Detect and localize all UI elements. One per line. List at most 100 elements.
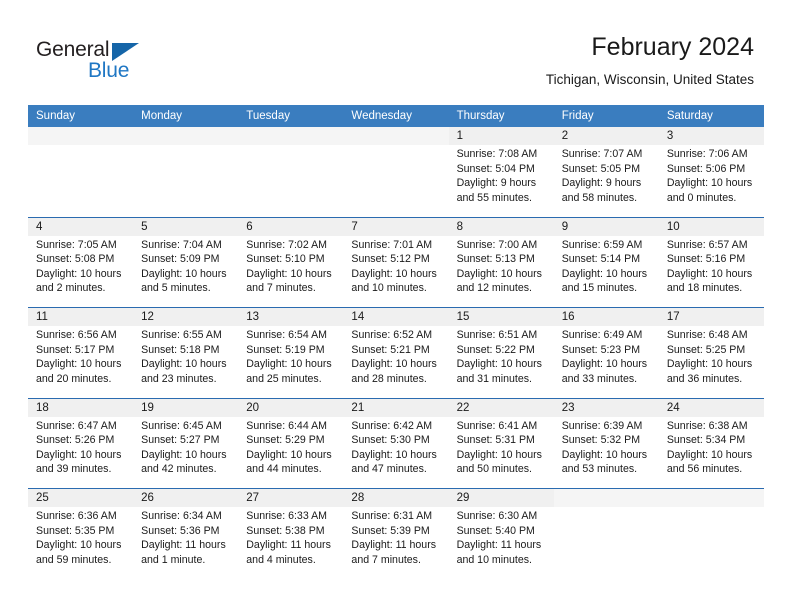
sunset-text: Sunset: 5:16 PM <box>666 253 746 266</box>
daylight-text-line2: and 7 minutes. <box>246 282 316 295</box>
daylight-text-line1: Daylight: 10 hours <box>351 267 437 280</box>
weekday-header-tuesday: Tuesday <box>238 105 344 127</box>
day-number-cell: 2 <box>553 127 659 145</box>
daylight-text-line2: and 2 minutes. <box>36 282 106 295</box>
day-detail-cell <box>658 507 764 579</box>
weekday-header-wednesday: Wednesday <box>343 105 449 127</box>
day-number-cell: 18 <box>28 397 134 417</box>
page-title: February 2024 <box>591 33 754 61</box>
day-number-cell: 16 <box>553 307 659 326</box>
sunrise-text: Sunrise: 6:31 AM <box>351 510 433 522</box>
sunrise-text: Sunrise: 6:42 AM <box>351 419 433 432</box>
sunrise-text: Sunrise: 6:41 AM <box>456 419 538 432</box>
day-detail-cell: Sunrise: 6:33 AM Sunset: 5:38 PM Dayligh… <box>238 507 344 579</box>
daylight-text-line2: and 7 minutes. <box>351 553 421 566</box>
logo-text-blue: Blue <box>88 59 130 82</box>
daylight-text-line1: Daylight: 10 hours <box>246 358 332 371</box>
daylight-text-line2: and 47 minutes. <box>351 463 427 476</box>
sunrise-text: Sunrise: 6:57 AM <box>666 238 748 251</box>
daylight-text-line2: and 25 minutes. <box>246 372 322 385</box>
day-detail-cell: Sunrise: 6:38 AM Sunset: 5:34 PM Dayligh… <box>658 416 764 489</box>
sunset-text: Sunset: 5:23 PM <box>561 343 641 356</box>
day-number-cell: 4 <box>28 216 134 236</box>
sunset-text: Sunset: 5:04 PM <box>456 162 535 175</box>
sunrise-text: Sunrise: 7:01 AM <box>351 238 433 251</box>
day-number-cell: 25 <box>28 488 134 507</box>
sunrise-text: Sunrise: 6:47 AM <box>36 419 117 432</box>
daylight-text-line2: and 1 minute. <box>141 553 206 566</box>
daylight-text-line1: Daylight: 10 hours <box>666 267 753 280</box>
day-detail-cell: Sunrise: 6:59 AM Sunset: 5:14 PM Dayligh… <box>553 235 659 308</box>
day-detail-cell: Sunrise: 6:56 AM Sunset: 5:17 PM Dayligh… <box>28 326 134 398</box>
sunrise-text: Sunrise: 7:04 AM <box>141 238 222 251</box>
daylight-text-line1: Daylight: 10 hours <box>141 448 227 461</box>
sunset-text: Sunset: 5:40 PM <box>456 524 535 537</box>
day-detail-cell: Sunrise: 7:05 AM Sunset: 5:08 PM Dayligh… <box>28 235 134 308</box>
page-subtitle: Tichigan, Wisconsin, United States <box>545 72 754 87</box>
day-number-cell <box>133 127 239 145</box>
week-row-daynumbers: 18 19 20 21 22 23 24 <box>28 397 764 417</box>
day-detail-cell: Sunrise: 6:55 AM Sunset: 5:18 PM Dayligh… <box>133 326 239 398</box>
day-detail-cell: Sunrise: 6:36 AM Sunset: 5:35 PM Dayligh… <box>28 507 134 579</box>
sunrise-text: Sunrise: 6:38 AM <box>666 419 748 432</box>
day-number-cell: 7 <box>343 216 449 236</box>
daylight-text-line1: Daylight: 10 hours <box>561 358 648 371</box>
day-detail-cell: Sunrise: 6:30 AM Sunset: 5:40 PM Dayligh… <box>448 507 554 579</box>
general-blue-logo[interactable]: General Blue <box>36 38 156 86</box>
daylight-text-line1: Daylight: 10 hours <box>141 267 227 280</box>
day-number-cell <box>343 127 449 145</box>
day-number-cell: 22 <box>448 397 554 417</box>
daylight-text-line2: and 12 minutes. <box>456 282 532 295</box>
day-number-cell: 14 <box>343 307 449 326</box>
day-number-cell: 6 <box>238 216 344 236</box>
week-row-details: Sunrise: 6:56 AM Sunset: 5:17 PM Dayligh… <box>28 326 764 398</box>
sunset-text: Sunset: 5:30 PM <box>351 434 430 447</box>
daylight-text-line2: and 39 minutes. <box>36 463 112 476</box>
day-detail-cell: Sunrise: 6:39 AM Sunset: 5:32 PM Dayligh… <box>553 416 659 489</box>
day-detail-cell: Sunrise: 6:47 AM Sunset: 5:26 PM Dayligh… <box>28 416 134 489</box>
sunrise-text: Sunrise: 7:02 AM <box>246 238 327 251</box>
sunset-text: Sunset: 5:31 PM <box>456 434 535 447</box>
weekday-header-thursday: Thursday <box>448 105 554 127</box>
day-number-cell: 3 <box>658 127 764 145</box>
sunset-text: Sunset: 5:14 PM <box>561 253 641 266</box>
calendar-table: Sunday Monday Tuesday Wednesday Thursday… <box>28 105 764 579</box>
day-number-cell: 20 <box>238 397 344 417</box>
sunrise-text: Sunrise: 6:51 AM <box>456 329 538 341</box>
weekday-header-sunday: Sunday <box>28 105 134 127</box>
day-number-cell: 19 <box>133 397 239 417</box>
daylight-text-line2: and 33 minutes. <box>561 372 638 385</box>
daylight-text-line2: and 58 minutes. <box>561 191 638 204</box>
day-number-cell: 10 <box>658 216 764 236</box>
week-row-daynumbers: 11 12 13 14 15 16 17 <box>28 307 764 326</box>
daylight-text-line2: and 20 minutes. <box>36 372 112 385</box>
sunset-text: Sunset: 5:29 PM <box>246 434 325 447</box>
sunset-text: Sunset: 5:26 PM <box>36 434 115 447</box>
day-detail-cell: Sunrise: 6:42 AM Sunset: 5:30 PM Dayligh… <box>343 416 449 489</box>
daylight-text-line2: and 42 minutes. <box>141 463 217 476</box>
day-detail-cell: Sunrise: 7:00 AM Sunset: 5:13 PM Dayligh… <box>448 235 554 308</box>
day-detail-cell: Sunrise: 6:51 AM Sunset: 5:22 PM Dayligh… <box>448 326 554 398</box>
weekday-header-saturday: Saturday <box>658 105 764 127</box>
week-row-details: Sunrise: 7:08 AM Sunset: 5:04 PM Dayligh… <box>28 145 764 217</box>
daylight-text-line2: and 23 minutes. <box>141 372 217 385</box>
sunrise-text: Sunrise: 6:49 AM <box>561 329 643 341</box>
day-detail-cell <box>238 145 344 217</box>
sunset-text: Sunset: 5:19 PM <box>246 343 325 356</box>
sunrise-text: Sunrise: 7:05 AM <box>36 238 117 251</box>
daylight-text-line2: and 4 minutes. <box>246 553 316 566</box>
daylight-text-line1: Daylight: 10 hours <box>36 448 122 461</box>
sunset-text: Sunset: 5:38 PM <box>246 524 325 537</box>
day-number-cell: 5 <box>133 216 239 236</box>
sunrise-text: Sunrise: 6:44 AM <box>246 419 327 432</box>
daylight-text-line2: and 10 minutes. <box>351 282 427 295</box>
daylight-text-line1: Daylight: 10 hours <box>666 448 753 461</box>
sunset-text: Sunset: 5:06 PM <box>666 162 746 175</box>
daylight-text-line2: and 53 minutes. <box>561 463 638 476</box>
sunset-text: Sunset: 5:32 PM <box>561 434 641 447</box>
daylight-text-line2: and 36 minutes. <box>666 372 743 385</box>
day-number-cell <box>28 127 134 145</box>
sunset-text: Sunset: 5:22 PM <box>456 343 535 356</box>
title-block: February 2024 Tichigan, Wisconsin, Unite… <box>546 32 754 89</box>
day-number-cell <box>658 488 764 507</box>
